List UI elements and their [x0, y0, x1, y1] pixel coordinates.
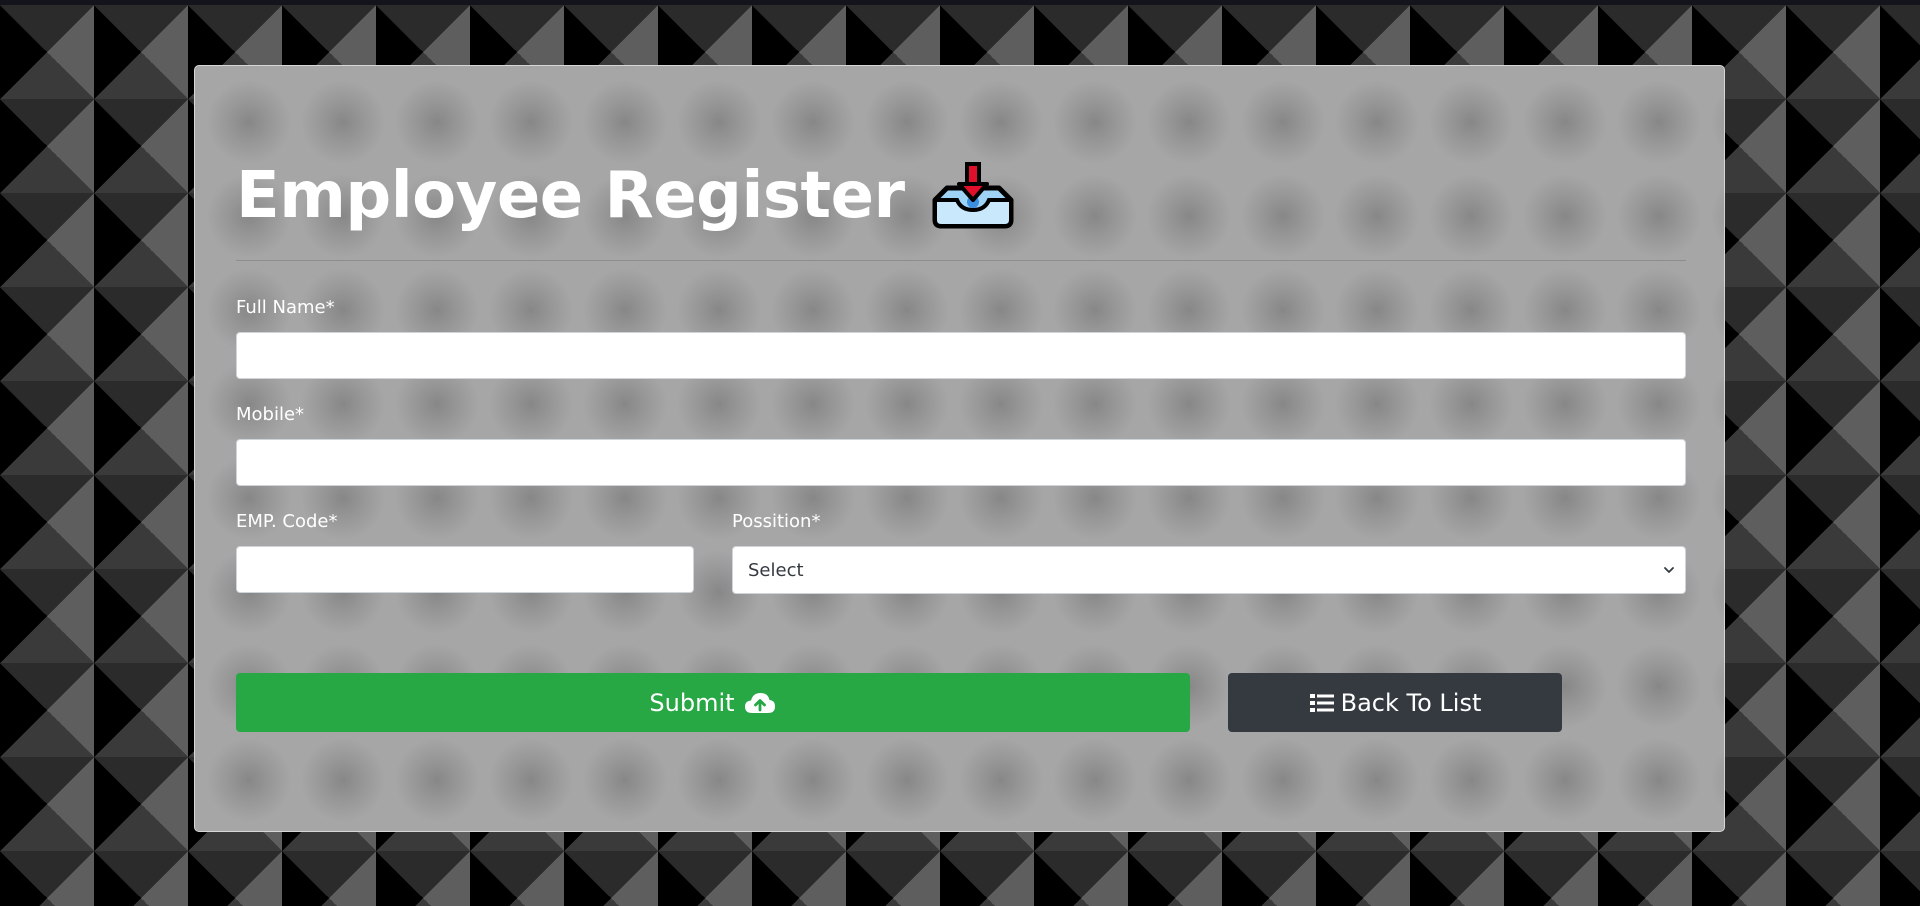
title-divider	[236, 260, 1686, 261]
title-row: Employee Register	[236, 156, 1015, 236]
position-select[interactable]: Select	[732, 546, 1686, 594]
list-icon	[1309, 693, 1334, 712]
chevron-down-icon	[1664, 567, 1674, 573]
full-name-label: Full Name*	[236, 297, 335, 318]
page-title: Employee Register	[236, 159, 905, 233]
emp-code-label: EMP. Code*	[236, 511, 338, 532]
submit-label: Submit	[649, 688, 735, 717]
back-to-list-button[interactable]: Back To List	[1228, 673, 1562, 732]
employee-register-card: Employee Register Full Name* Mobile* EMP…	[194, 65, 1725, 832]
full-name-input[interactable]	[236, 332, 1686, 379]
position-selected-value: Select	[748, 559, 804, 581]
mobile-input[interactable]	[236, 439, 1686, 486]
inbox-tray-icon	[931, 160, 1015, 232]
cloud-upload-icon	[744, 692, 775, 713]
mobile-label: Mobile*	[236, 404, 305, 425]
back-to-list-label: Back To List	[1340, 688, 1482, 717]
top-strip	[0, 0, 1920, 5]
position-label: Possition*	[732, 511, 821, 532]
submit-button[interactable]: Submit	[236, 673, 1190, 732]
emp-code-input[interactable]	[236, 546, 694, 593]
